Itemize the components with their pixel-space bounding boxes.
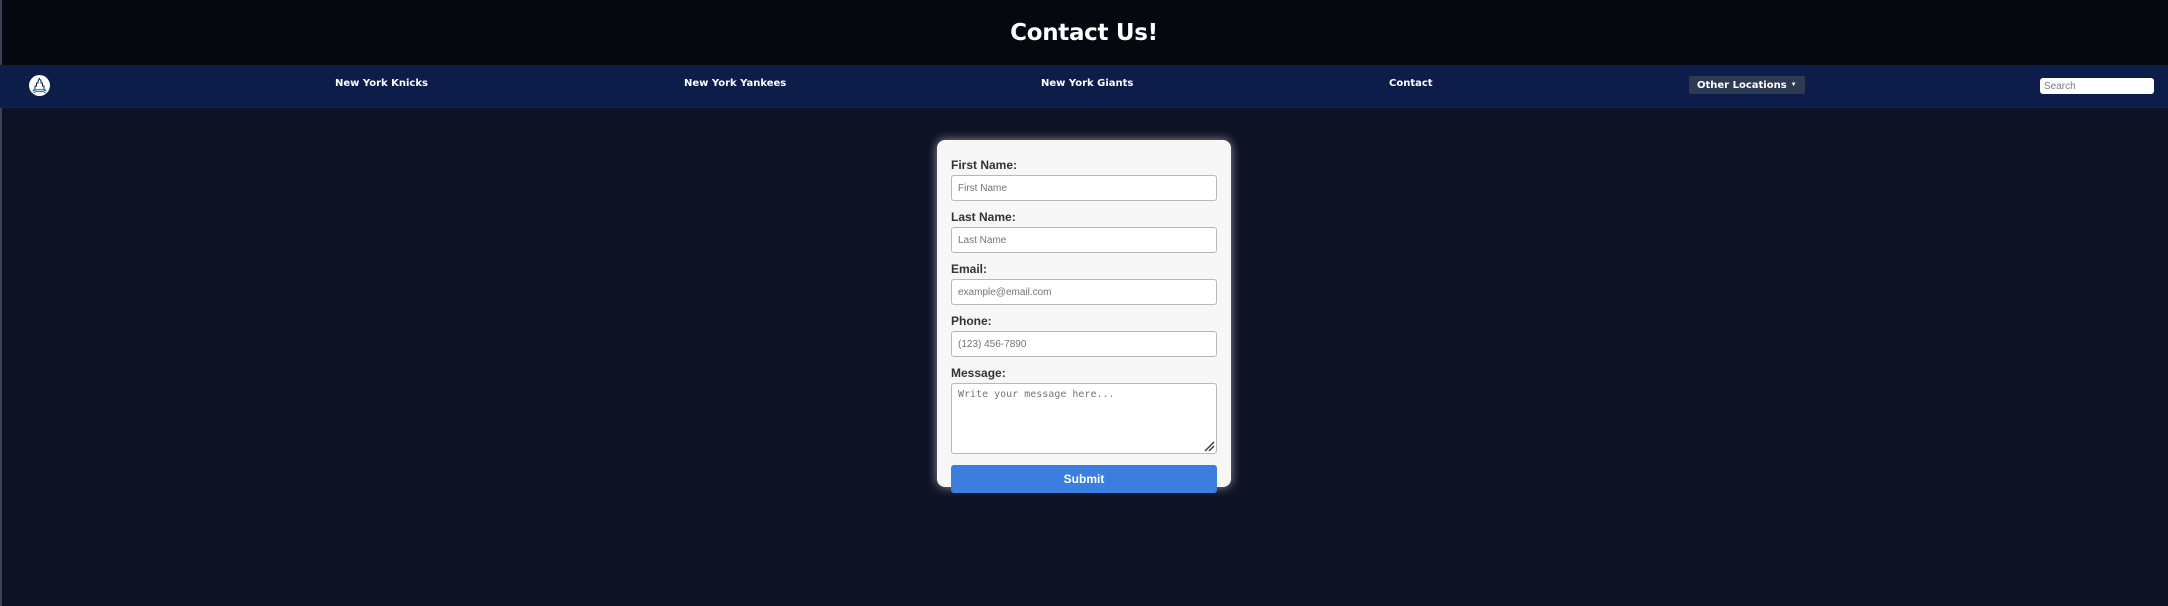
message-field: Message: (951, 366, 1217, 454)
search-input[interactable] (2040, 78, 2154, 94)
submit-button[interactable]: Submit (951, 465, 1217, 493)
nav-link-giants[interactable]: New York Giants (1041, 78, 1133, 89)
other-locations-dropdown[interactable]: Other Locations ▼ (1689, 76, 1805, 94)
resize-handle-icon[interactable] (1203, 440, 1215, 452)
nav-link-knicks[interactable]: New York Knicks (335, 78, 428, 89)
phone-label: Phone: (951, 314, 992, 328)
caret-down-icon: ▼ (1790, 82, 1797, 88)
last-name-label: Last Name: (951, 210, 1016, 224)
city-skyline-icon (32, 77, 47, 93)
first-name-label: First Name: (951, 158, 1018, 172)
message-label: Message: (951, 366, 1006, 380)
logo-link[interactable] (29, 75, 50, 96)
phone-field: Phone: (951, 314, 1217, 357)
top-navbar: New York Knicks New York Yankees New Yor… (0, 65, 2168, 108)
phone-input[interactable] (951, 331, 1217, 357)
first-name-input[interactable] (951, 175, 1217, 201)
message-textarea-wrapper (951, 383, 1217, 454)
page-title: Contact Us! (1010, 19, 1158, 46)
contact-form-card: First Name: Last Name: Email: Phone: Mes… (937, 140, 1231, 493)
page-header: Contact Us! (0, 0, 2168, 65)
nav-link-yankees[interactable]: New York Yankees (684, 78, 786, 89)
email-label: Email: (951, 262, 988, 276)
other-locations-label: Other Locations (1697, 79, 1787, 91)
last-name-field: Last Name: (951, 210, 1217, 253)
first-name-field: First Name: (951, 158, 1217, 201)
email-field: Email: (951, 262, 1217, 305)
nav-link-contact[interactable]: Contact (1389, 78, 1433, 89)
email-input[interactable] (951, 279, 1217, 305)
last-name-input[interactable] (951, 227, 1217, 253)
message-textarea[interactable] (951, 383, 1217, 454)
